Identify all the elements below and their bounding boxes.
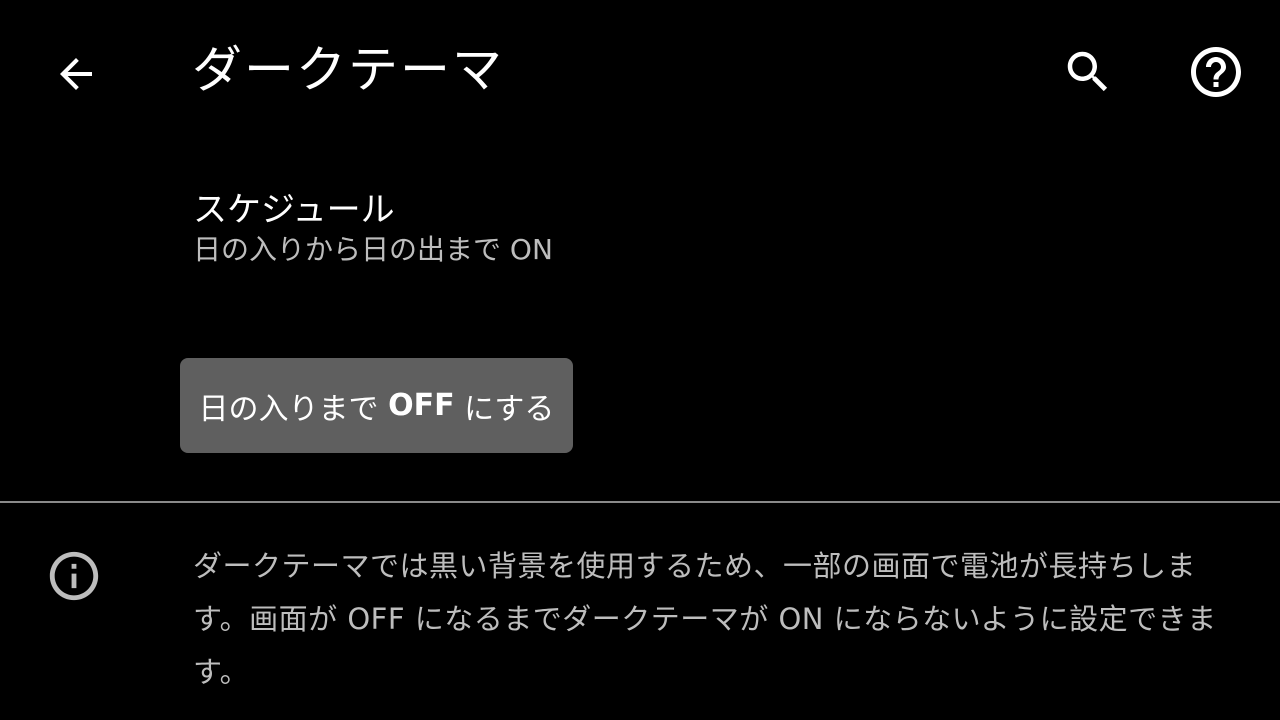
page-title: ダークテーマ <box>192 41 504 99</box>
button-label-suffix: にする <box>454 391 555 427</box>
app-bar: ダークテーマ <box>0 0 1280 140</box>
back-button[interactable] <box>40 38 112 110</box>
help-icon <box>1191 47 1241 97</box>
schedule-title: スケジュール <box>193 190 395 230</box>
button-label-bold: OFF <box>388 388 455 423</box>
arrow-back-icon <box>60 58 92 90</box>
schedule-preference[interactable]: スケジュール 日の入りから日の出まで ON <box>0 170 1280 290</box>
turn-off-until-sunset-button[interactable]: 日の入りまで OFF にする <box>180 358 573 453</box>
divider <box>0 501 1280 503</box>
button-label-prefix: 日の入りまで <box>198 391 389 427</box>
help-button[interactable] <box>1180 36 1252 108</box>
footer-info-text: ダークテーマでは黒い背景を使用するため、一部の画面で電池が長持ちします。画面が … <box>193 549 1217 689</box>
search-icon <box>1067 51 1108 92</box>
dark-theme-settings-screen: ダークテーマ スケジュール 日の入りから日の出まで ON 日の入りまで OFF … <box>0 0 1280 720</box>
schedule-summary: 日の入りから日の出まで ON <box>193 233 553 266</box>
search-button[interactable] <box>1052 36 1124 108</box>
info-icon <box>44 546 104 606</box>
